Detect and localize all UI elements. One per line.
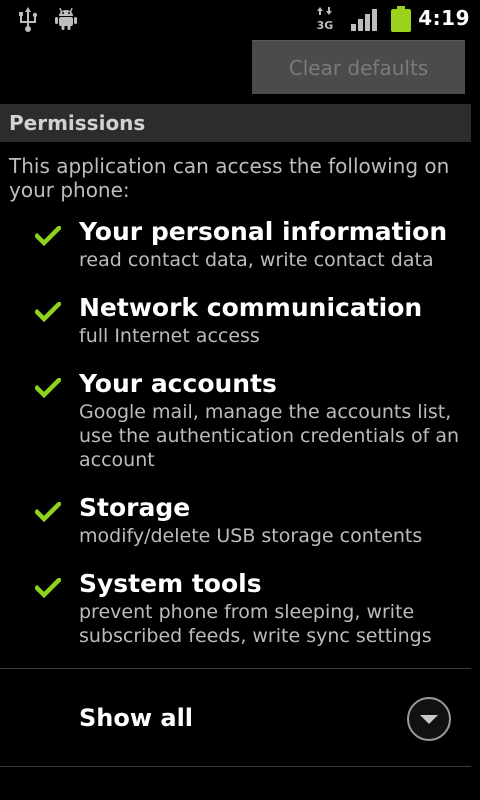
permission-description: read contact data, write contact data — [79, 249, 434, 271]
permission-item: System tools prevent phone from sleeping… — [0, 568, 480, 648]
clear-defaults-button[interactable]: Clear defaults — [252, 40, 465, 94]
check-icon — [35, 226, 61, 246]
permission-title: System tools — [79, 569, 262, 598]
status-bar: 3G 4:19 — [0, 0, 480, 38]
permissions-list: Your personal information read contact d… — [0, 216, 480, 668]
network-3g-icon: 3G — [317, 7, 334, 31]
permission-title: Network communication — [79, 293, 423, 322]
battery-icon — [391, 6, 411, 32]
divider — [0, 668, 471, 669]
permission-title: Storage — [79, 493, 191, 522]
permission-description: modify/delete USB storage contents — [79, 525, 423, 547]
show-all-row[interactable]: Show all — [0, 670, 471, 766]
check-icon — [35, 302, 61, 322]
check-icon — [35, 502, 61, 522]
permission-title: Your personal information — [79, 217, 448, 246]
permission-description: prevent phone from sleeping, write subsc… — [79, 601, 432, 647]
signal-icon — [351, 9, 377, 31]
check-icon — [35, 578, 61, 598]
permission-item: Storage modify/delete USB storage conten… — [0, 492, 480, 548]
permission-title: Your accounts — [79, 369, 277, 398]
permission-description: Google mail, manage the accounts list, u… — [79, 401, 459, 471]
permission-item: Your personal information read contact d… — [0, 216, 480, 272]
svg-text:3G: 3G — [317, 19, 334, 31]
show-all-label: Show all — [79, 704, 194, 732]
permission-item: Your accounts Google mail, manage the ac… — [0, 368, 480, 472]
check-icon — [35, 378, 61, 398]
usb-icon — [19, 7, 38, 32]
permission-item: Network communication full Internet acce… — [0, 292, 480, 348]
status-clock: 4:19 — [418, 6, 470, 30]
android-debug-icon — [55, 8, 77, 30]
chevron-down-icon[interactable] — [406, 696, 452, 742]
permission-description: full Internet access — [79, 325, 260, 347]
permissions-intro-text: This application can access the followin… — [9, 154, 450, 202]
divider — [0, 766, 471, 767]
permissions-section-header: Permissions — [0, 104, 471, 142]
